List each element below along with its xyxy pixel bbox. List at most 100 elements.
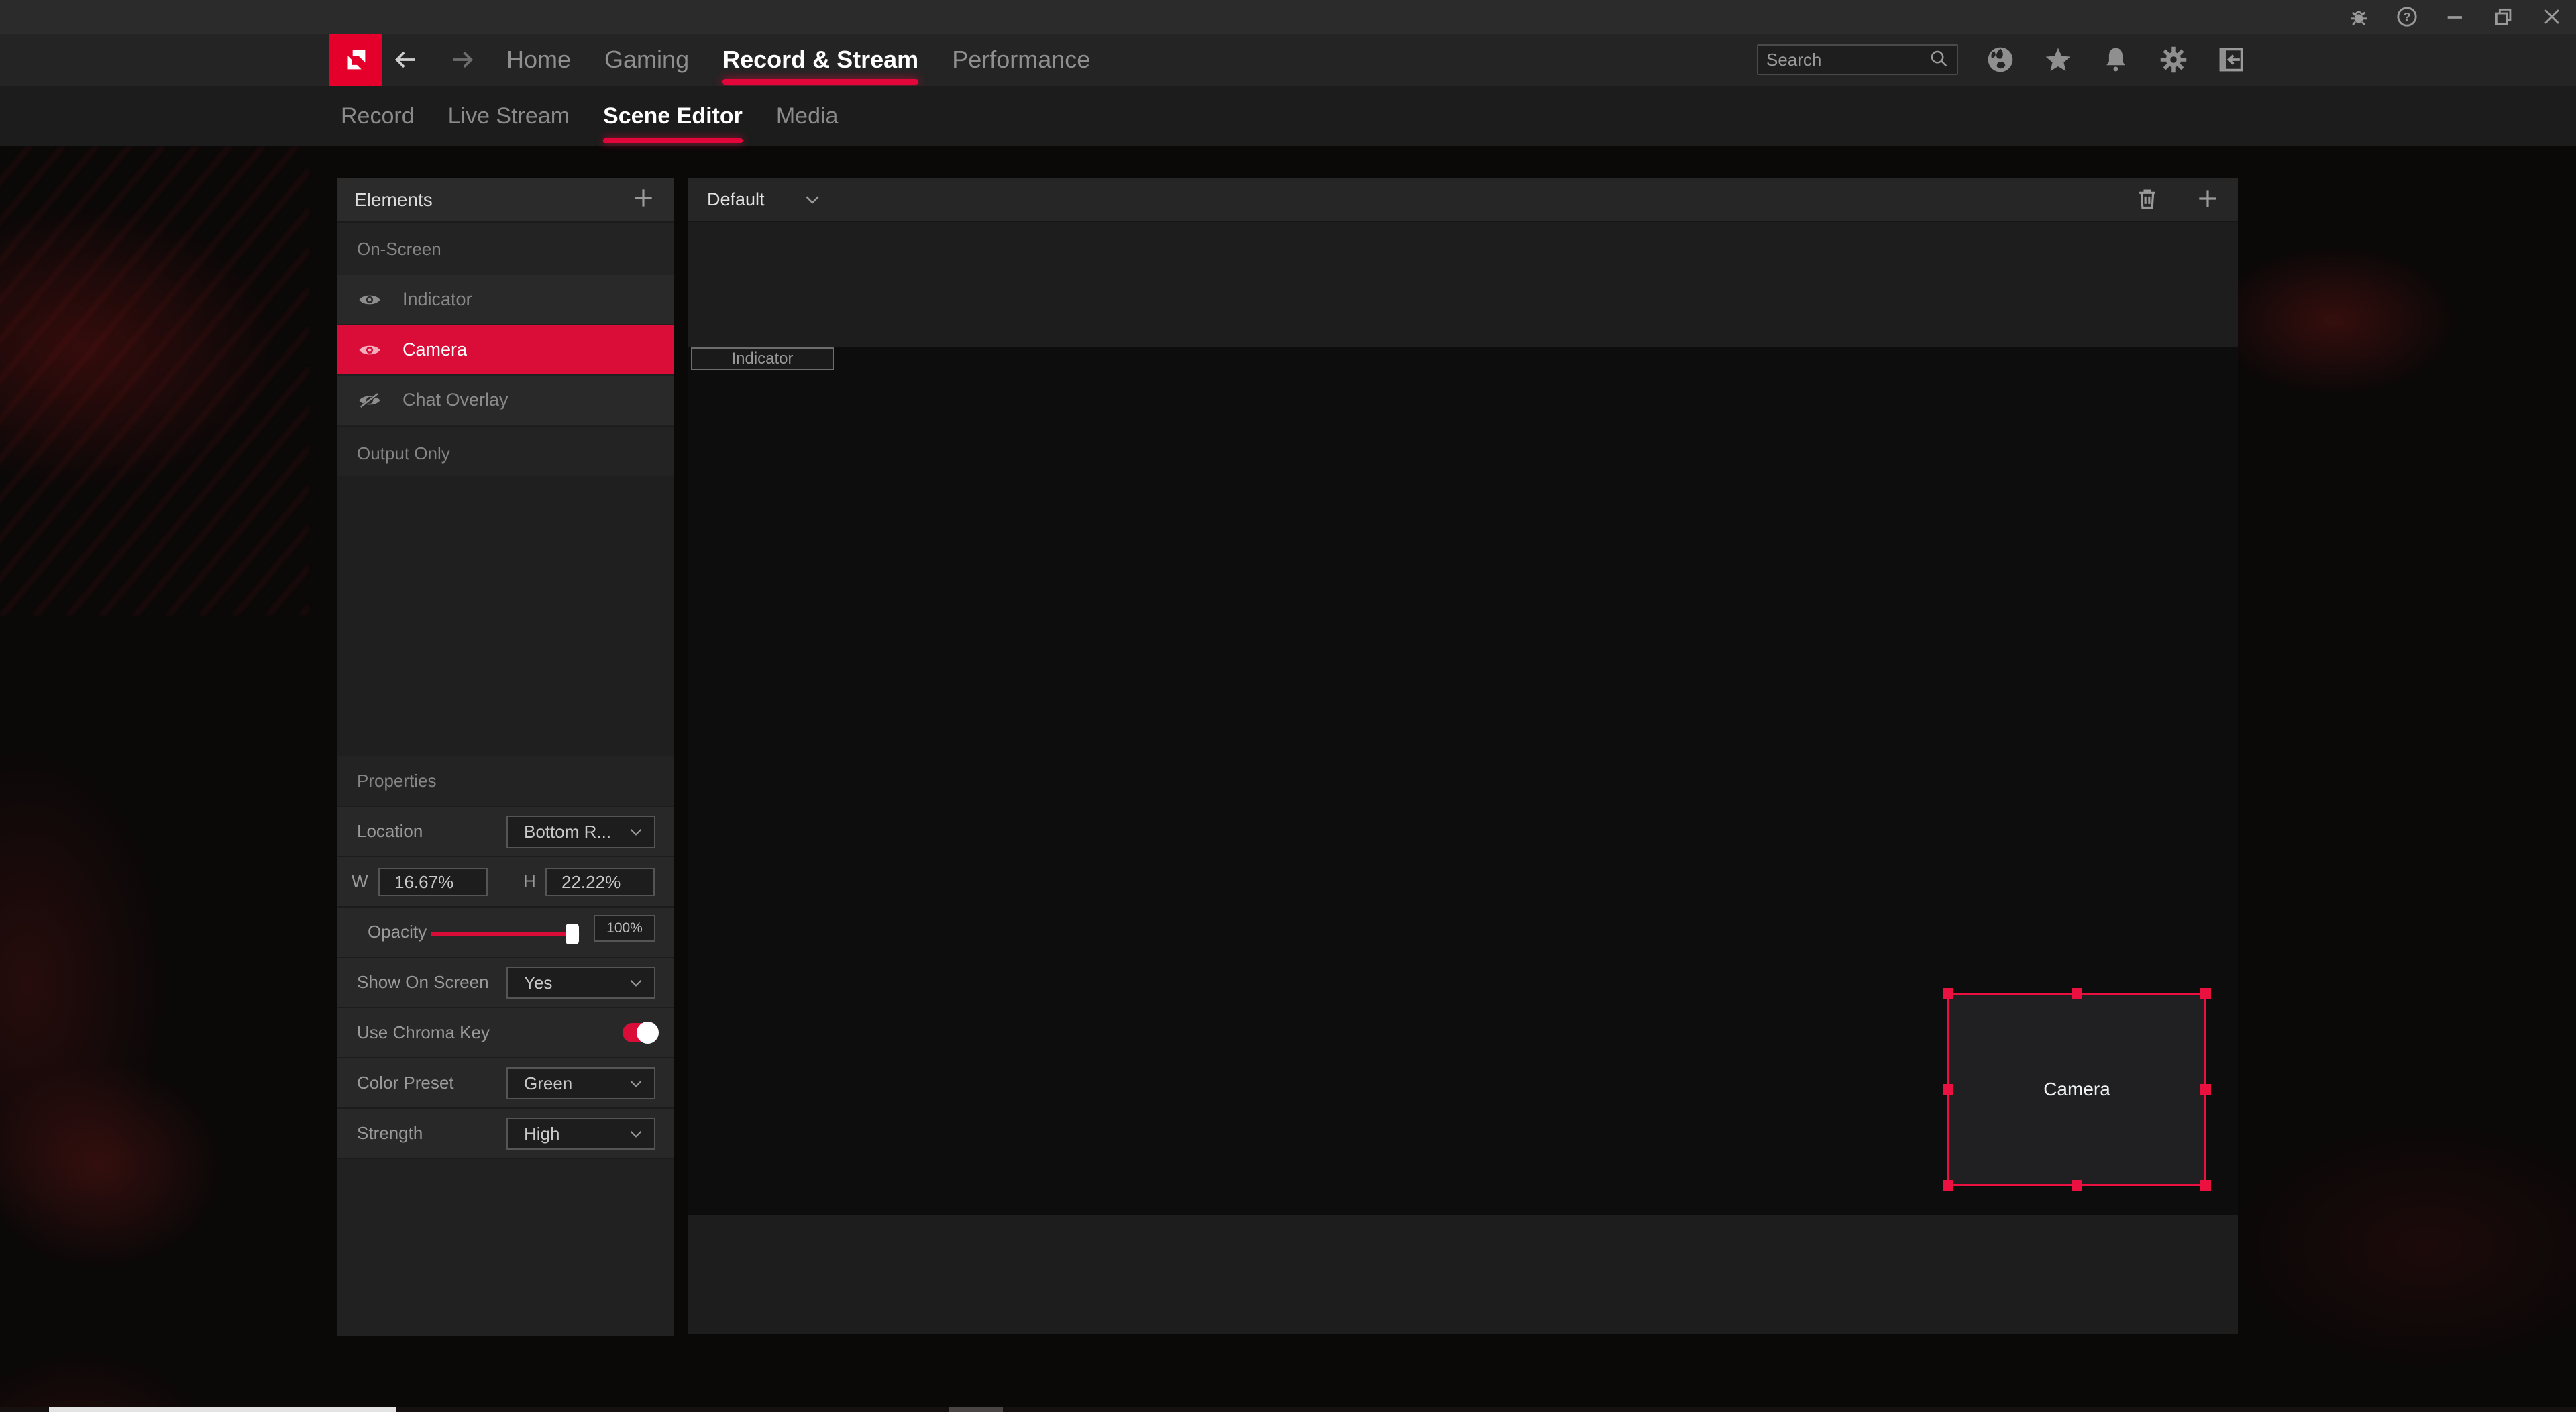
scene-preview[interactable]: Indicator Camera [688,347,2238,1215]
properties-empty-area [337,1158,674,1336]
scene-element-indicator[interactable]: Indicator [691,347,834,370]
height-value: 22.22% [561,872,621,893]
add-element-icon[interactable] [631,185,656,214]
toggle-knob [637,1022,659,1044]
tab-media[interactable]: Media [776,86,839,146]
resize-handle[interactable] [2200,1180,2211,1191]
element-label: Camera [402,339,467,360]
search-icon[interactable] [1929,48,1949,72]
color-preset-value: Green [524,1073,572,1094]
section-label: Output Only [357,443,450,464]
tab-scene-editor[interactable]: Scene Editor [603,86,743,146]
height-input[interactable]: 22.22% [545,868,655,896]
use-chroma-key-toggle[interactable] [623,1023,657,1042]
strength-value: High [524,1124,559,1144]
chevron-down-icon [802,189,822,209]
opacity-label: Opacity [368,922,427,942]
opacity-slider-handle[interactable] [566,924,579,944]
resize-handle[interactable] [1943,1084,1953,1095]
properties-panel: Properties Location Bottom R... W 16.67%… [337,756,674,1336]
elements-title: Elements [354,189,433,211]
delete-scene-icon[interactable] [2135,186,2160,215]
scene-canvas-panel: Default Indicator Camera [688,178,2238,1334]
strength-label: Strength [357,1123,423,1144]
width-value: 16.67% [394,872,453,893]
forward-arrow-icon[interactable] [443,34,483,86]
color-preset-dropdown[interactable]: Green [506,1067,655,1099]
row-color-preset: Color Preset Green [337,1057,674,1107]
bug-report-icon[interactable] [2334,0,2383,34]
color-preset-label: Color Preset [357,1073,454,1093]
tab-record[interactable]: Record [341,86,415,146]
background-streaks [0,146,309,616]
star-icon[interactable] [2042,34,2074,86]
scene-toolbar: Default [688,178,2238,222]
show-on-screen-dropdown[interactable]: Yes [506,967,655,999]
adrenalin-app-window: ? Home Gaming Record & Stream [0,0,2576,1412]
resize-handle[interactable] [2200,1084,2211,1095]
strength-dropdown[interactable]: High [506,1118,655,1150]
nav-icon-group [1984,34,2247,86]
resize-handle[interactable] [2072,988,2082,999]
back-arrow-icon[interactable] [385,34,425,86]
opacity-slider-fill [431,932,573,936]
indicator-element-label: Indicator [731,349,793,368]
chevron-down-icon [627,1125,645,1142]
width-label: W [352,871,368,892]
close-icon[interactable] [2528,0,2576,34]
opacity-value-box[interactable]: 100% [594,915,655,942]
row-size: W 16.67% H 22.22% [337,856,674,906]
row-opacity: Opacity 100% [337,906,674,957]
tab-gaming[interactable]: Gaming [604,34,689,86]
resize-handle[interactable] [1943,988,1953,999]
width-input[interactable]: 16.67% [378,868,488,896]
visibility-eye-icon [358,292,381,308]
notifications-icon[interactable] [2100,34,2132,86]
elements-list-empty-area [337,476,674,756]
amd-logo[interactable] [329,34,382,86]
row-use-chroma-key: Use Chroma Key [337,1007,674,1057]
tab-live-stream[interactable]: Live Stream [448,86,570,146]
elements-panel: Elements On-Screen Indicator Camera Chat… [337,178,674,1334]
restore-icon[interactable] [2479,0,2528,34]
add-scene-icon[interactable] [2195,186,2220,215]
help-icon[interactable]: ? [2383,0,2431,34]
tab-performance[interactable]: Performance [952,34,1090,86]
titlebar: ? [0,0,2576,34]
resize-handle[interactable] [2200,988,2211,999]
row-location: Location Bottom R... [337,806,674,856]
properties-header: Properties [337,756,674,806]
resize-handle[interactable] [2072,1180,2082,1191]
collapse-to-tray-icon[interactable] [2215,34,2247,86]
tab-record-and-stream[interactable]: Record & Stream [722,34,918,86]
taskbar-white-segment [49,1407,396,1412]
location-dropdown[interactable]: Bottom R... [506,816,655,848]
row-show-on-screen: Show On Screen Yes [337,957,674,1007]
height-label: H [523,871,536,892]
scene-selector-value: Default [707,189,765,210]
svg-text:?: ? [2404,10,2411,23]
taskbar-gray-segment [949,1407,1003,1412]
search-placeholder: Search [1766,50,1821,70]
tab-home[interactable]: Home [506,34,571,86]
element-row-indicator[interactable]: Indicator [337,275,674,325]
element-label: Indicator [402,289,472,310]
opacity-slider[interactable] [431,932,580,936]
section-label: On-Screen [357,239,441,260]
chevron-down-icon [627,823,645,840]
resize-handle[interactable] [1943,1180,1953,1191]
use-chroma-key-label: Use Chroma Key [357,1022,490,1043]
scene-element-camera-selected[interactable]: Camera [1947,993,2206,1186]
main-navbar: Home Gaming Record & Stream Performance … [0,34,2576,86]
search-input[interactable]: Search [1757,44,1958,75]
globe-icon[interactable] [1984,34,2017,86]
section-output-only: Output Only [337,426,674,480]
properties-title: Properties [357,771,437,792]
element-row-chat-overlay[interactable]: Chat Overlay [337,376,674,426]
settings-icon[interactable] [2157,34,2190,86]
location-label: Location [357,821,423,842]
element-row-camera[interactable]: Camera [337,325,674,376]
row-strength: Strength High [337,1107,674,1158]
scene-selector-dropdown[interactable]: Default [688,189,822,210]
minimize-icon[interactable] [2431,0,2479,34]
